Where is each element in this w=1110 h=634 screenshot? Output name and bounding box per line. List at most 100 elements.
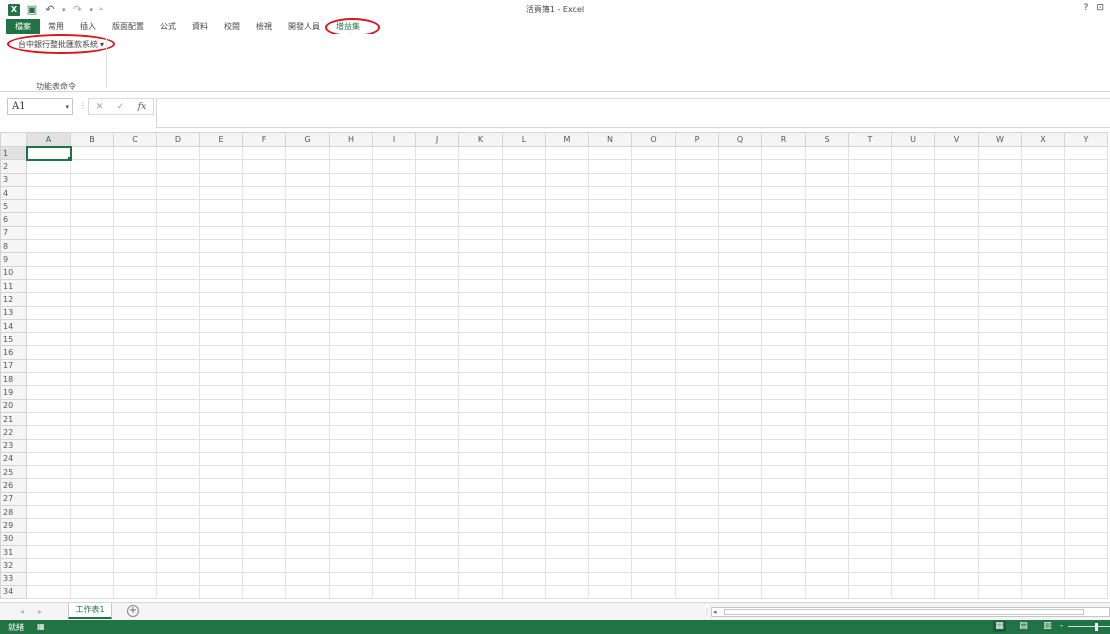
cell[interactable] [329,278,373,294]
cell[interactable] [458,491,503,507]
cell[interactable] [1021,278,1065,294]
cell[interactable] [502,425,546,440]
cell[interactable] [242,505,286,520]
cell[interactable] [891,159,935,174]
cell[interactable] [242,385,286,400]
cell[interactable] [329,571,373,586]
cell[interactable] [329,199,373,214]
row-header[interactable]: 21 [0,411,27,427]
cell[interactable] [242,332,286,347]
cell[interactable] [934,172,979,187]
cell[interactable] [415,372,459,387]
cell[interactable] [372,225,416,241]
cell[interactable] [1021,345,1065,360]
cell[interactable] [1021,318,1065,334]
cell[interactable] [156,451,200,467]
cell[interactable] [285,278,330,294]
column-header[interactable]: R [761,132,806,147]
cell[interactable] [156,478,200,493]
cell[interactable] [415,292,459,307]
cell[interactable] [761,292,806,307]
cell[interactable] [934,425,979,440]
row-header[interactable]: 20 [0,398,27,413]
cell[interactable] [805,544,849,560]
cell[interactable] [1021,145,1065,161]
cell[interactable] [242,425,286,440]
cell[interactable] [545,558,589,573]
cell[interactable] [805,332,849,347]
cell[interactable] [718,398,762,413]
cell[interactable] [978,318,1022,334]
cell[interactable] [242,278,286,294]
cell[interactable] [761,278,806,294]
cell[interactable] [675,438,719,453]
column-header[interactable]: T [848,132,892,147]
help-button[interactable]: ? [1084,3,1089,13]
cell[interactable] [372,451,416,467]
cell[interactable] [156,438,200,453]
cell[interactable] [588,318,632,334]
cell[interactable] [631,172,676,187]
cell[interactable] [761,425,806,440]
cell[interactable] [848,385,892,400]
cell[interactable] [761,505,806,520]
cell[interactable] [761,332,806,347]
cell[interactable] [156,318,200,334]
column-header[interactable]: L [502,132,546,147]
cell[interactable] [372,425,416,440]
cell[interactable] [415,571,459,586]
cell[interactable] [631,571,676,586]
cell[interactable] [329,584,373,600]
cell[interactable] [978,425,1022,440]
cell[interactable] [631,465,676,480]
cell[interactable] [113,199,157,214]
row-header[interactable]: 25 [0,465,27,480]
cell[interactable] [545,372,589,387]
cell[interactable] [848,372,892,387]
cell[interactable] [372,584,416,600]
column-header[interactable]: J [415,132,459,147]
cell[interactable] [1021,265,1065,280]
cell[interactable] [156,571,200,586]
cell[interactable] [372,345,416,360]
cell[interactable] [70,571,114,586]
cell[interactable] [285,518,330,533]
cell[interactable] [415,531,459,546]
cell[interactable] [156,252,200,267]
cell[interactable] [285,411,330,427]
cell[interactable] [545,491,589,507]
cell[interactable] [415,398,459,413]
cell[interactable] [199,478,243,493]
cell[interactable] [285,305,330,320]
cell[interactable] [588,398,632,413]
row-header[interactable]: 16 [0,345,27,360]
cell[interactable] [631,199,676,214]
cell[interactable] [70,451,114,467]
cell[interactable] [978,278,1022,294]
cell[interactable] [848,451,892,467]
cell[interactable] [1064,451,1108,467]
cell[interactable] [675,531,719,546]
cell[interactable] [805,199,849,214]
cell[interactable] [113,411,157,427]
cell[interactable] [329,159,373,174]
cell[interactable] [631,225,676,241]
cell[interactable] [978,571,1022,586]
cell[interactable] [372,518,416,533]
save-icon[interactable]: ▣ [26,3,38,16]
scroll-resize-handle[interactable]: ⋮ [703,607,711,616]
cell[interactable] [675,185,719,201]
cell[interactable] [934,252,979,267]
row-header[interactable]: 5 [0,199,27,214]
cell[interactable] [372,491,416,507]
cell[interactable] [372,372,416,387]
cell[interactable] [805,145,849,161]
cell[interactable] [1064,318,1108,334]
cell[interactable] [718,438,762,453]
cell[interactable] [934,185,979,201]
cell[interactable] [675,305,719,320]
row-header[interactable]: 17 [0,358,27,374]
cell[interactable] [329,212,373,227]
cell[interactable] [805,292,849,307]
cell[interactable] [1021,172,1065,187]
